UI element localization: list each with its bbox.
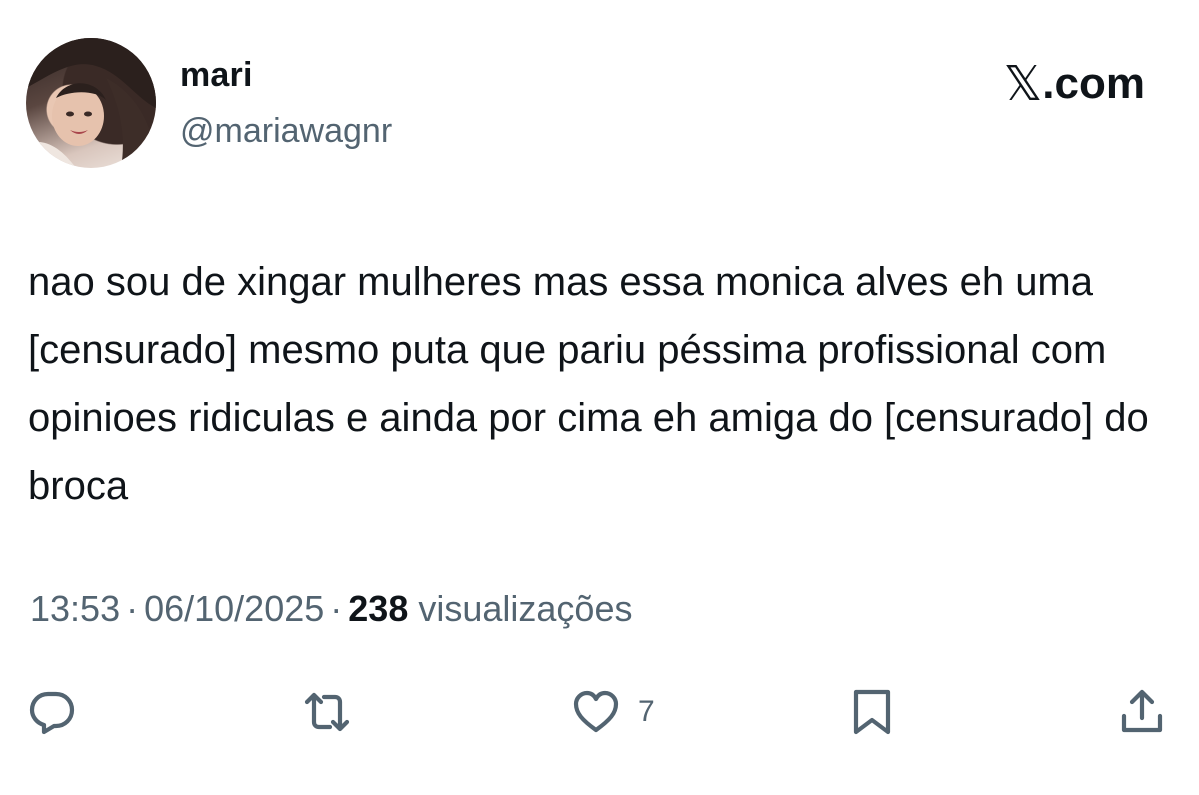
share-icon <box>1121 689 1163 733</box>
heart-icon <box>573 690 619 733</box>
author-handle[interactable]: @mariawagnr <box>180 112 392 151</box>
meta-separator: · <box>330 588 343 629</box>
like-button[interactable]: 7 <box>572 682 655 742</box>
share-button[interactable] <box>1118 682 1166 742</box>
tweet-time[interactable]: 13:53 <box>30 588 120 630</box>
like-count: 7 <box>638 695 655 728</box>
action-bar: 7 <box>0 672 1199 752</box>
bookmark-button[interactable] <box>848 682 896 742</box>
reply-button[interactable] <box>28 682 76 742</box>
author-name[interactable]: mari <box>180 56 253 95</box>
repost-icon <box>304 692 350 732</box>
meta-separator: · <box>126 588 139 629</box>
tweet-header: mari @mariawagnr 𝕏 .com <box>0 0 1199 200</box>
tweet-date[interactable]: 06/10/2025 <box>144 588 324 630</box>
brand-suffix: .com <box>1042 59 1145 108</box>
repost-button[interactable] <box>303 682 351 742</box>
x-icon: 𝕏 <box>1003 58 1043 111</box>
views-count: 238 <box>348 588 409 629</box>
views-label: visualizações <box>418 588 633 629</box>
reply-icon <box>29 691 75 735</box>
avatar[interactable] <box>26 38 156 168</box>
tweet-meta: 13:53 · 06/10/2025 · 238 visualizações <box>30 588 632 630</box>
bookmark-icon <box>853 689 891 735</box>
tweet-text: nao sou de xingar mulheres mas essa moni… <box>28 260 1149 508</box>
x-logo: 𝕏 .com <box>1004 56 1145 112</box>
